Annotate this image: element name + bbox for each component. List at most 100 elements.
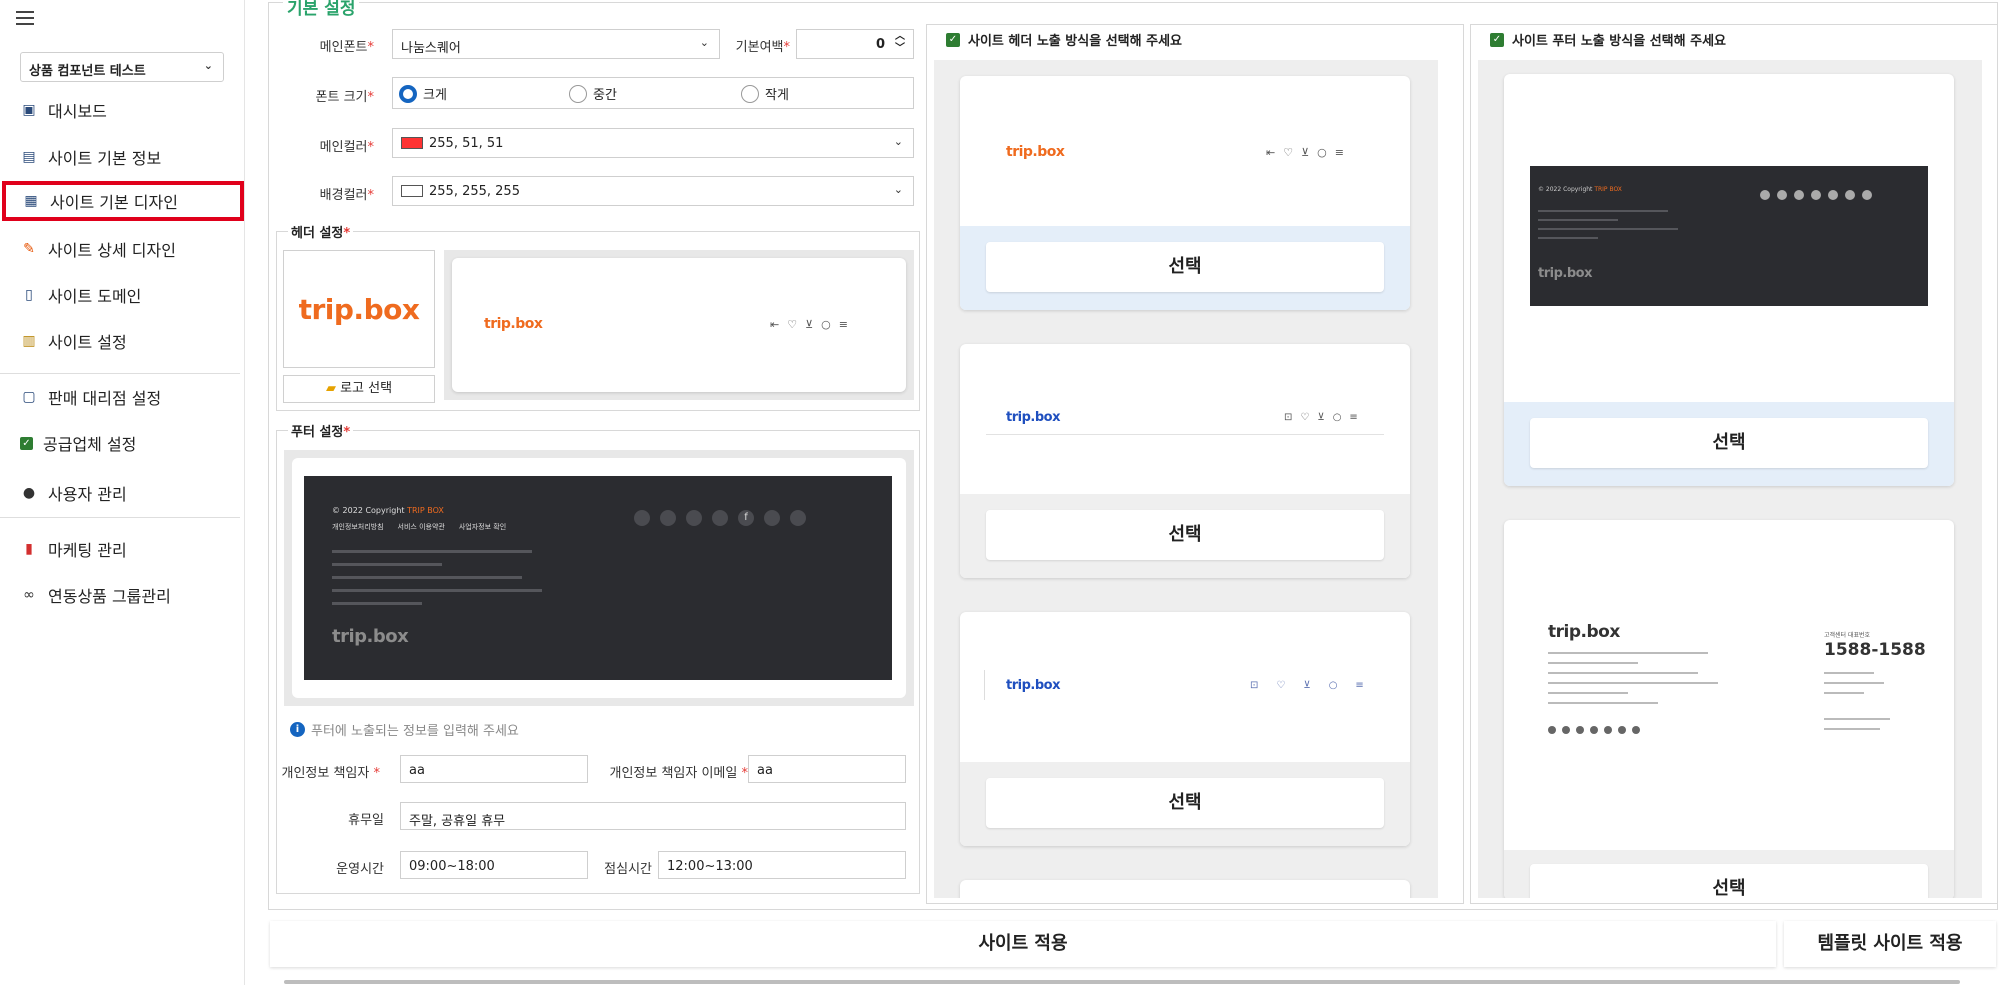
bg-color-select[interactable]: 255, 255, 255 ⌄ xyxy=(392,176,914,206)
sidebar-item-site-info[interactable]: ▤ 사이트 기본 정보 xyxy=(0,137,240,177)
main-font-select[interactable]: 나눔스퀘어 ⌄ xyxy=(392,29,720,59)
sidebar-item-label: 연동상품 그룹관리 xyxy=(48,587,171,606)
margin-value: 0 xyxy=(875,37,885,52)
heart-icon: ♡ xyxy=(1283,146,1294,159)
cart-icon: ⊻ xyxy=(805,318,814,331)
logo: trip.box xyxy=(298,292,420,326)
radio-selected-icon xyxy=(399,84,417,103)
cart-icon: ⊻ xyxy=(1303,680,1311,691)
sidebar-item-domain[interactable]: ▯ 사이트 도메인 xyxy=(0,275,240,315)
sidebar-item-detail-design[interactable]: ✎ 사이트 상세 디자인 xyxy=(0,229,240,269)
logo-select-label: 로고 선택 xyxy=(340,381,393,396)
sidebar-item-label: 마케팅 관리 xyxy=(48,541,127,560)
footer-preview-bg: © 2022 Copyright TRIP BOX 개인정보처리방침 서비스 이용… xyxy=(284,450,914,706)
hours-value: 09:00~18:00 xyxy=(409,859,495,874)
divider xyxy=(984,670,985,700)
privacy-officer-label: 개인정보 책임자 * xyxy=(281,766,381,781)
company-select-value: 상품 컴포넌트 테스트 xyxy=(29,64,146,79)
checkbox-checked-icon: ✓ xyxy=(1490,32,1504,47)
cafe-icon xyxy=(660,510,676,526)
sidebar-item-settings[interactable]: ▥ 사이트 설정 xyxy=(0,321,240,361)
menu-icon: ≡ xyxy=(1349,412,1358,423)
sidebar-item-agency[interactable]: ▢ 판매 대리점 설정 xyxy=(0,377,240,417)
user-icon: ○ xyxy=(1328,680,1338,691)
sidebar-item-site-design[interactable]: ▦ 사이트 기본 디자인 xyxy=(2,181,244,221)
radio-label: 작게 xyxy=(765,88,789,103)
logo: trip.box xyxy=(484,316,543,332)
select-label: 선택 xyxy=(1168,256,1202,277)
bookmark-icon: ▮ xyxy=(25,541,33,557)
footer-social-icons: f xyxy=(634,510,806,526)
cart-icon: ⊻ xyxy=(1301,146,1310,159)
menu-icon[interactable] xyxy=(16,10,34,26)
logo-select-button[interactable]: ▰ 로고 선택 xyxy=(283,375,435,403)
main-color-select[interactable]: 255, 51, 51 ⌄ xyxy=(392,128,914,158)
footer-select-button-1[interactable]: 선택 xyxy=(1530,418,1928,468)
company-select[interactable]: 상품 컴포넌트 테스트 ⌄ xyxy=(20,52,224,82)
instagram-icon xyxy=(764,510,780,526)
sidebar-item-supplier[interactable]: ✓ 공급업체 설정 xyxy=(0,423,240,463)
font-size-radio-group: 크게 중간 작게 xyxy=(392,77,914,109)
sidebar-item-marketing[interactable]: ▮ 마케팅 관리 xyxy=(0,529,240,569)
header-option-card-3[interactable]: trip.box ⊡ ♡ ⊻ ○ ≡ 선택 xyxy=(960,612,1410,846)
chevron-down-icon: ⌄ xyxy=(699,36,709,49)
apply-template-button[interactable]: 템플릿 사이트 적용 xyxy=(1784,921,1996,967)
header-option-card-1[interactable]: trip.box ⇤ ♡ ⊻ ○ ≡ 선택 xyxy=(960,76,1410,310)
footer-preview: © 2022 Copyright TRIP BOX 개인정보처리방침 서비스 이용… xyxy=(292,458,906,698)
header-option-card-2[interactable]: trip.box ⊡ ♡ ⊻ ○ ≡ 선택 xyxy=(960,344,1410,578)
privacy-email-input[interactable]: aa xyxy=(748,755,906,783)
tv-icon xyxy=(634,510,650,526)
radio-small[interactable]: 작게 xyxy=(741,84,789,103)
heart-icon: ♡ xyxy=(1300,412,1310,423)
privacy-email-value: aa xyxy=(757,763,773,778)
youtube-icon xyxy=(790,510,806,526)
header-select-button-3[interactable]: 선택 xyxy=(986,778,1384,828)
footer-option-card-2[interactable]: trip.box 고객센터 대표번호 1588-1588 선택 xyxy=(1504,520,1954,898)
footer-social-icons xyxy=(1760,190,1872,200)
sidebar-item-users[interactable]: ● 사용자 관리 xyxy=(0,473,240,513)
sidebar-item-dashboard[interactable]: ▣ 대시보드 xyxy=(0,90,240,130)
check-icon: ✓ xyxy=(20,436,33,450)
header-select-button-1[interactable]: 선택 xyxy=(986,242,1384,292)
stepper-icon[interactable]: ︿ ﹀ xyxy=(895,31,905,55)
blog-icon xyxy=(712,510,728,526)
privacy-email-label: 개인정보 책임자 이메일 * xyxy=(609,766,748,781)
main-font-label: 메인폰트* xyxy=(319,40,374,55)
lunch-input[interactable]: 12:00~13:00 xyxy=(658,851,906,879)
user-icon: ○ xyxy=(1317,146,1327,159)
privacy-officer-value: aa xyxy=(409,763,425,778)
horizontal-scrollbar[interactable] xyxy=(284,980,1960,984)
settings-icon: ▥ xyxy=(22,333,36,349)
header-settings-title: 헤더 설정* xyxy=(288,222,354,241)
apply-site-button[interactable]: 사이트 적용 xyxy=(270,921,1776,967)
header-option-card-4[interactable] xyxy=(960,880,1410,898)
link-icon: ∞ xyxy=(23,587,35,603)
margin-input[interactable]: 0 ︿ ﹀ xyxy=(796,29,914,59)
header-choice-title[interactable]: ✓ 사이트 헤더 노출 방식을 선택해 주세요 xyxy=(946,30,1182,49)
radio-label: 중간 xyxy=(593,88,617,103)
footer-placeholder-lines xyxy=(1548,652,1728,704)
notice-text: 푸터에 노출되는 정보를 입력해 주세요 xyxy=(311,724,519,739)
footer-option-card-1[interactable]: © 2022 Copyright TRIP BOX trip.box 선택 xyxy=(1504,74,1954,486)
privacy-officer-input[interactable]: aa xyxy=(400,755,588,783)
margin-label: 기본여백* xyxy=(735,40,790,55)
main-font-value: 나눔스퀘어 xyxy=(401,41,461,56)
hours-input[interactable]: 09:00~18:00 xyxy=(400,851,588,879)
footer-choice-title[interactable]: ✓ 사이트 푸터 노출 방식을 선택해 주세요 xyxy=(1490,30,1726,49)
header-select-button-2[interactable]: 선택 xyxy=(986,510,1384,560)
sidebar-item-linked-products[interactable]: ∞ 연동상품 그룹관리 xyxy=(0,575,240,615)
chevron-down-icon: ⌄ xyxy=(893,183,903,196)
footer-choice-list[interactable]: © 2022 Copyright TRIP BOX trip.box 선택 tr… xyxy=(1478,60,1982,898)
heart-icon: ♡ xyxy=(1276,680,1286,691)
holiday-input[interactable]: 주말, 공휴일 휴무 xyxy=(400,802,906,830)
lock-icon: ⊡ xyxy=(1250,680,1259,691)
divider xyxy=(0,517,240,518)
header-choice-list[interactable]: trip.box ⇤ ♡ ⊻ ○ ≡ 선택 trip.box ⊡ ♡ ⊻ ○ ≡ 선택 trip… xyxy=(934,60,1438,898)
sidebar-item-label: 사이트 도메인 xyxy=(48,287,142,306)
radio-large[interactable]: 크게 xyxy=(399,84,447,103)
logo: trip.box xyxy=(1006,410,1060,425)
footer-select-button-2[interactable]: 선택 xyxy=(1530,864,1928,898)
radio-medium[interactable]: 중간 xyxy=(569,84,617,103)
header-choice-title-text: 사이트 헤더 노출 방식을 선택해 주세요 xyxy=(968,34,1182,49)
cart-icon: ⊻ xyxy=(1317,412,1325,423)
